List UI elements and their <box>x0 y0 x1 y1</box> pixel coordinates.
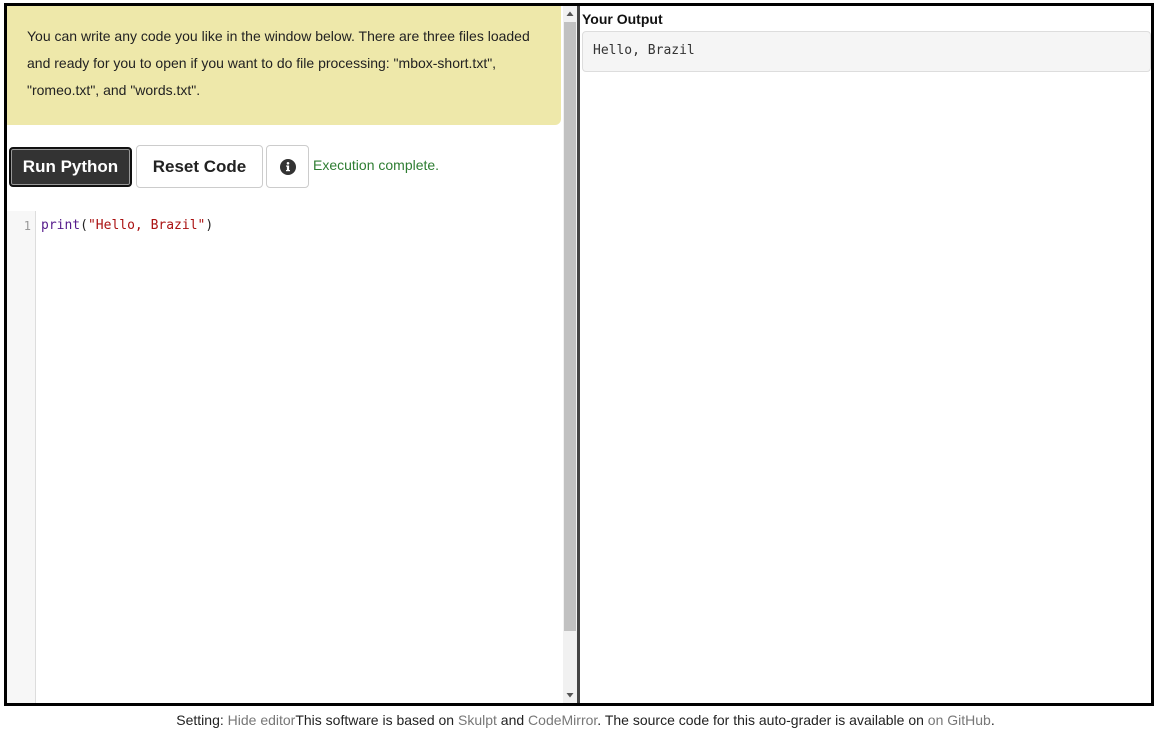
scroll-thumb[interactable] <box>564 22 576 631</box>
main-frame: You can write any code you like in the w… <box>4 3 1154 706</box>
hide-editor-link[interactable]: Hide editor <box>228 712 296 728</box>
line-number: 1 <box>23 219 31 233</box>
output-pane: Your Output Hello, Brazil <box>580 6 1151 703</box>
skulpt-link[interactable]: Skulpt <box>458 712 497 728</box>
based-on-text: This software is based on <box>295 712 458 728</box>
info-button[interactable] <box>266 145 309 188</box>
code-line[interactable]: print("Hello, Brazil") <box>41 218 213 233</box>
output-title: Your Output <box>582 11 663 27</box>
code-open-paren: ( <box>80 218 88 233</box>
info-circle-icon <box>279 158 296 175</box>
setting-label: Setting: <box>176 712 228 728</box>
source-text: . The source code for this auto-grader i… <box>597 712 928 728</box>
line-number-gutter: 1 <box>7 211 36 703</box>
footer: Setting: Hide editorThis software is bas… <box>0 712 1171 728</box>
code-close-paren: ) <box>205 218 214 233</box>
editor-pane: You can write any code you like in the w… <box>7 6 563 703</box>
execution-status: Execution complete. <box>313 157 440 173</box>
instructions-panel: You can write any code you like in the w… <box>7 6 561 125</box>
run-python-button[interactable]: Run Python <box>9 147 132 187</box>
code-editor[interactable]: 1 print("Hello, Brazil") <box>7 211 563 703</box>
github-link[interactable]: on GitHub <box>928 712 991 728</box>
reset-code-button[interactable]: Reset Code <box>136 145 263 188</box>
scroll-down-arrow-icon[interactable] <box>563 689 577 701</box>
output-box: Hello, Brazil <box>582 31 1151 72</box>
scroll-up-arrow-icon[interactable] <box>563 8 577 20</box>
code-function-token: print <box>41 218 81 233</box>
footer-period: . <box>990 712 995 728</box>
editor-scrollbar[interactable] <box>563 6 577 703</box>
code-string-token: "Hello, Brazil" <box>87 218 206 233</box>
codemirror-link[interactable]: CodeMirror <box>528 712 597 728</box>
and-text: and <box>496 712 529 728</box>
